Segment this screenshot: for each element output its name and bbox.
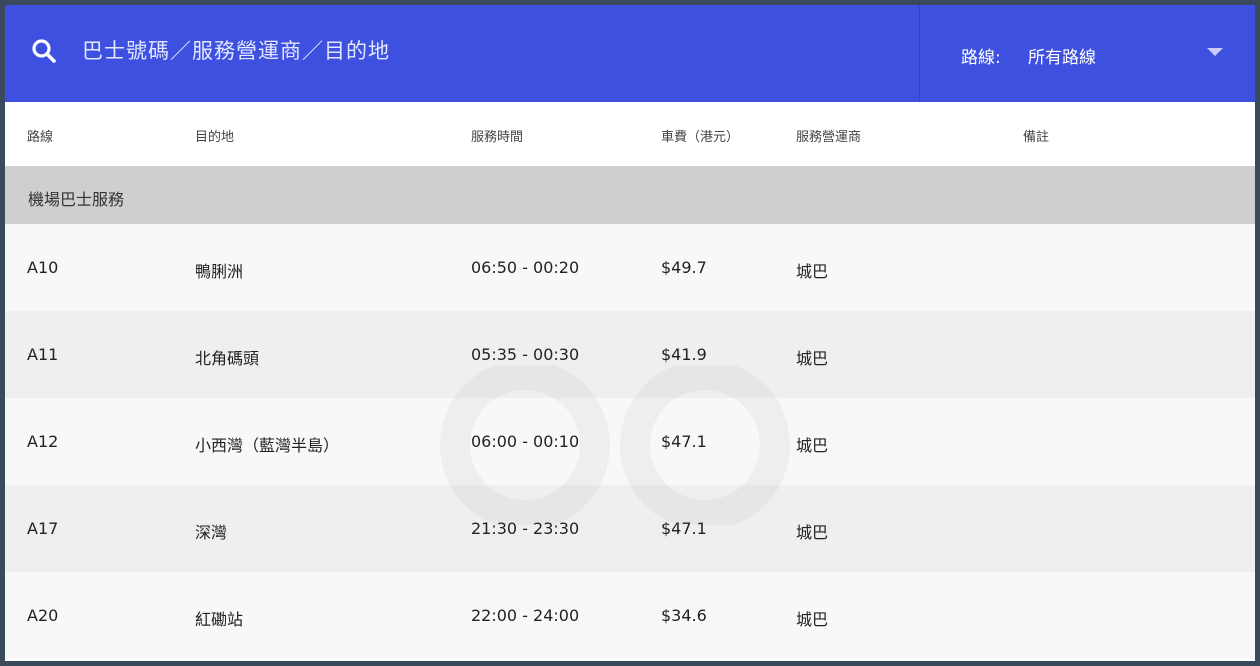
service-hours: 06:00 - 00:10 — [471, 432, 580, 451]
bus-route-panel: 巴士號碼／服務營運商／目的地 路線: 所有路線 路線 目的地 服務時間 車費（港… — [5, 5, 1255, 661]
table-row[interactable]: A10 鴨脷洲 06:50 - 00:20 $49.7 城巴 — [5, 224, 1255, 311]
destination: 紅磡站 — [195, 610, 244, 629]
route-filter-dropdown[interactable]: 路線: 所有路線 — [920, 5, 1255, 102]
table-header: 路線 目的地 服務時間 車費（港元） 服務營運商 備註 — [5, 102, 1255, 166]
route-filter-label: 路線: — [961, 48, 1001, 68]
column-header-operator[interactable]: 服務營運商 — [796, 126, 861, 145]
route-filter-value: 所有路線 — [1028, 48, 1096, 68]
table-row[interactable]: A20 紅磡站 22:00 - 24:00 $34.6 城巴 — [5, 572, 1255, 659]
table-row[interactable]: A17 深灣 21:30 - 23:30 $47.1 城巴 — [5, 485, 1255, 572]
table-row[interactable]: A12 小西灣（藍灣半島） 06:00 - 00:10 $47.1 城巴 — [5, 398, 1255, 485]
fare: $41.9 — [661, 345, 707, 364]
destination: 鴨脷洲 — [195, 262, 244, 281]
route-number: A17 — [27, 519, 59, 538]
operator: 城巴 — [796, 523, 829, 542]
service-hours: 06:50 - 00:20 — [471, 258, 580, 277]
service-hours: 21:30 - 23:30 — [471, 519, 580, 538]
route-number: A10 — [27, 258, 59, 277]
destination: 小西灣（藍灣半島） — [195, 436, 340, 455]
route-number: A20 — [27, 606, 59, 625]
operator: 城巴 — [796, 262, 829, 281]
column-header-hours[interactable]: 服務時間 — [471, 126, 523, 145]
route-number: A11 — [27, 345, 59, 364]
top-bar: 巴士號碼／服務營運商／目的地 路線: 所有路線 — [5, 5, 1255, 102]
search-icon[interactable] — [31, 38, 57, 64]
column-header-destination[interactable]: 目的地 — [195, 126, 234, 145]
table-row[interactable]: A11 北角碼頭 05:35 - 00:30 $41.9 城巴 — [5, 311, 1255, 398]
destination: 北角碼頭 — [195, 349, 260, 368]
chevron-down-icon[interactable] — [1207, 48, 1223, 56]
fare: $49.7 — [661, 258, 707, 277]
operator: 城巴 — [796, 436, 829, 455]
route-table: 路線 目的地 服務時間 車費（港元） 服務營運商 備註 機場巴士服務 A10 鴨… — [5, 102, 1255, 659]
route-number: A12 — [27, 432, 59, 451]
service-hours: 05:35 - 00:30 — [471, 345, 580, 364]
fare: $47.1 — [661, 519, 707, 538]
search-placeholder: 巴士號碼／服務營運商／目的地 — [82, 39, 390, 63]
column-header-note[interactable]: 備註 — [1023, 126, 1049, 145]
fare: $47.1 — [661, 432, 707, 451]
column-header-fare[interactable]: 車費（港元） — [661, 126, 739, 145]
service-hours: 22:00 - 24:00 — [471, 606, 580, 625]
fare: $34.6 — [661, 606, 707, 625]
column-header-route[interactable]: 路線 — [27, 126, 53, 145]
operator: 城巴 — [796, 349, 829, 368]
operator: 城巴 — [796, 610, 829, 629]
search-input[interactable]: 巴士號碼／服務營運商／目的地 — [5, 5, 919, 102]
destination: 深灣 — [195, 523, 228, 542]
group-header-row: 機場巴士服務 — [5, 166, 1255, 224]
group-label: 機場巴士服務 — [28, 190, 125, 209]
